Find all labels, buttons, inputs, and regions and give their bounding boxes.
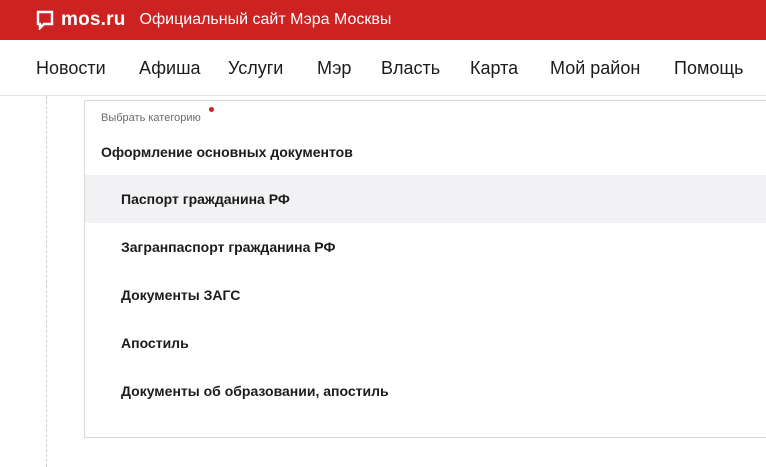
category-option[interactable]: Документы ЗАГС	[85, 271, 766, 319]
nav-item-help[interactable]: Помощь	[674, 58, 744, 79]
nav-item-government[interactable]: Власть	[381, 58, 440, 79]
category-select-panel: Выбрать категорию Оформление основных до…	[84, 100, 766, 438]
nav-item-my-district[interactable]: Мой район	[550, 58, 640, 79]
main-nav: Новости Афиша Услуги Мэр Власть Карта Мо…	[0, 40, 766, 96]
nav-item-news[interactable]: Новости	[36, 58, 106, 79]
content-area: Выбрать категорию Оформление основных до…	[0, 96, 766, 467]
required-indicator	[209, 107, 214, 112]
category-selected-value[interactable]: Оформление основных документов	[101, 144, 353, 160]
timeline-divider	[46, 96, 47, 467]
site-logo[interactable]: mos.ru	[35, 9, 126, 31]
nav-item-services[interactable]: Услуги	[228, 58, 283, 79]
site-title: Официальный сайт Мэра Москвы	[139, 11, 392, 28]
logo-text: mos.ru	[61, 9, 126, 30]
nav-item-map[interactable]: Карта	[470, 58, 518, 79]
nav-item-mayor[interactable]: Мэр	[317, 58, 351, 79]
category-option[interactable]: Документы об образовании, апостиль	[85, 367, 766, 415]
speech-bubble-logo-icon	[36, 10, 54, 30]
category-option[interactable]: Загранпаспорт гражданина РФ	[85, 223, 766, 271]
nav-item-afisha[interactable]: Афиша	[139, 58, 201, 79]
category-field-label: Выбрать категорию	[101, 112, 201, 124]
category-option[interactable]: Паспорт гражданина РФ	[85, 175, 766, 223]
category-option[interactable]: Апостиль	[85, 319, 766, 367]
top-bar: mos.ru Официальный сайт Мэра Москвы	[0, 0, 766, 40]
